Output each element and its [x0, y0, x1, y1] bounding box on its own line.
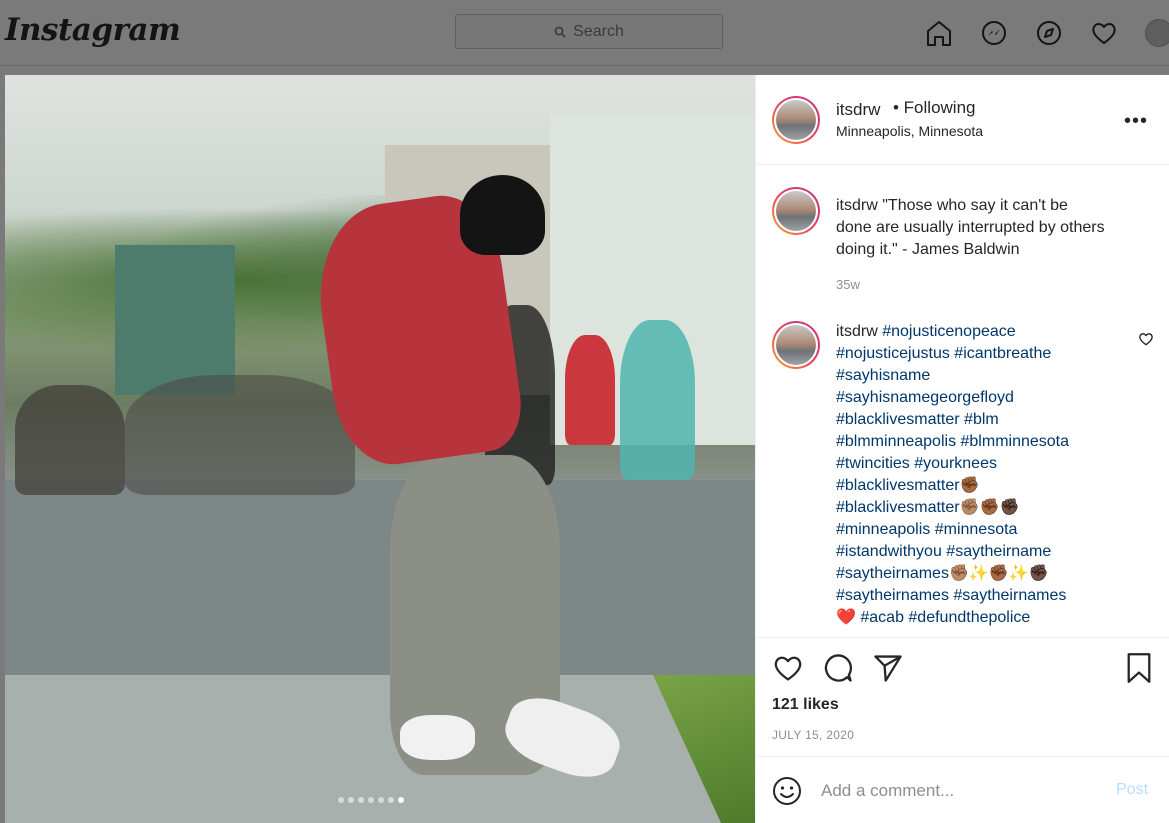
- photo-shoe: [400, 715, 475, 760]
- messenger-icon[interactable]: [979, 18, 1009, 48]
- search-icon: [554, 26, 566, 38]
- comment-input[interactable]: [821, 777, 1101, 805]
- explore-icon[interactable]: [1034, 18, 1064, 48]
- hashtag-line[interactable]: #blacklivesmatter✊🏾: [836, 477, 980, 494]
- hashtag-line[interactable]: #twincities #yourknees: [836, 455, 997, 472]
- carousel-dot[interactable]: [338, 797, 344, 803]
- like-heart-icon[interactable]: [772, 652, 804, 684]
- carousel-dots: [338, 797, 408, 803]
- share-paper-plane-icon[interactable]: [872, 652, 904, 684]
- add-comment-bar: Post: [756, 756, 1169, 823]
- hashtag-line[interactable]: #saytheirnames #saytheirnames: [836, 587, 1066, 604]
- hashtag-line[interactable]: #sayhisnamegeorgefloyd: [836, 389, 1014, 406]
- hashtag-line[interactable]: #istandwithyou #saytheirname: [836, 543, 1051, 560]
- hashtag-line[interactable]: #minneapolis #minnesota: [836, 521, 1017, 538]
- post-header: itsdrw • Following Minneapolis, Minnesot…: [756, 75, 1169, 165]
- likes-count[interactable]: 121 likes: [772, 696, 839, 714]
- save-bookmark-icon[interactable]: [1124, 652, 1154, 684]
- commenter-username[interactable]: itsdrw: [836, 323, 878, 340]
- commenter-avatar[interactable]: [772, 321, 820, 369]
- instagram-logo[interactable]: Instagram: [5, 12, 181, 48]
- post-sidebar: itsdrw • Following Minneapolis, Minnesot…: [755, 75, 1169, 823]
- carousel-dot[interactable]: [368, 797, 374, 803]
- hashtag-line[interactable]: #blacklivesmatter✊🏽✊🏾✊🏿: [836, 499, 1019, 516]
- top-nav: Instagram Search: [0, 0, 1169, 66]
- hashtag-line[interactable]: #blmminneapolis #blmminnesota: [836, 433, 1069, 450]
- caption-time[interactable]: 35w: [836, 277, 860, 292]
- carousel-dot[interactable]: [358, 797, 364, 803]
- author-avatar[interactable]: [772, 96, 820, 144]
- post-date[interactable]: JULY 15, 2020: [772, 728, 854, 742]
- carousel-dot-active[interactable]: [398, 797, 404, 803]
- carousel-dot[interactable]: [378, 797, 384, 803]
- hashtag-line[interactable]: ❤️ #acab #defundthepolice: [836, 609, 1030, 626]
- post-comment-button[interactable]: Post: [1116, 781, 1148, 799]
- following-status[interactable]: • Following: [893, 98, 976, 118]
- author-username[interactable]: itsdrw: [836, 100, 880, 120]
- post-modal: itsdrw • Following Minneapolis, Minnesot…: [5, 75, 1169, 823]
- post-location[interactable]: Minneapolis, Minnesota: [836, 123, 983, 139]
- hashtag-comment: itsdrw #nojusticenopeace #nojusticejustus…: [772, 321, 1153, 626]
- comments-list: itsdrw "Those who say it can't be done a…: [756, 165, 1169, 637]
- commenter-username[interactable]: itsdrw: [836, 197, 878, 214]
- post-photo[interactable]: [5, 75, 755, 823]
- activity-heart-icon[interactable]: [1089, 18, 1119, 48]
- post-actions: 121 likes JULY 15, 2020 Post: [756, 637, 1169, 823]
- search-placeholder: Search: [573, 22, 624, 40]
- hashtag-line[interactable]: #nojusticejustus #icantbreathe: [836, 345, 1051, 362]
- hashtag-line[interactable]: #sayhisname: [836, 367, 930, 384]
- hashtag-line[interactable]: #saytheirnames✊🏽✨✊🏾✨✊🏿: [836, 565, 1049, 582]
- profile-avatar[interactable]: [1145, 19, 1169, 47]
- home-icon[interactable]: [924, 18, 954, 48]
- hashtag-line[interactable]: #blacklivesmatter #blm: [836, 411, 999, 428]
- caption-comment: itsdrw "Those who say it can't be done a…: [772, 187, 1105, 292]
- comment-bubble-icon[interactable]: [822, 652, 854, 684]
- more-options-icon[interactable]: •••: [1124, 110, 1148, 133]
- hashtag-line[interactable]: #nojusticenopeace: [882, 323, 1015, 340]
- carousel-dot[interactable]: [388, 797, 394, 803]
- emoji-picker-icon[interactable]: [772, 776, 802, 806]
- photo-man-hat: [460, 175, 545, 255]
- carousel-dot[interactable]: [348, 797, 354, 803]
- commenter-avatar[interactable]: [772, 187, 820, 235]
- like-comment-heart-icon[interactable]: [1138, 331, 1154, 347]
- search-box[interactable]: Search: [455, 14, 723, 49]
